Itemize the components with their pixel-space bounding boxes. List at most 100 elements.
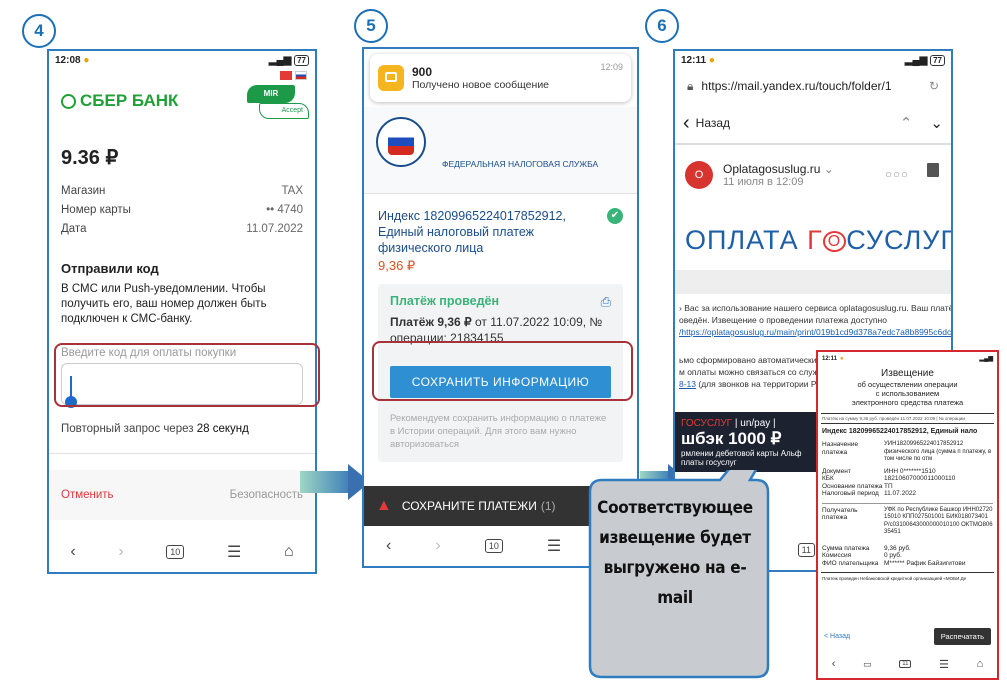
receipt-subtitle: электронного средства платежа bbox=[851, 398, 964, 407]
trash-icon[interactable] bbox=[927, 163, 939, 177]
address-bar[interactable]: 🔒︎ https://mail.yandex.ru/touch/folder/1… bbox=[675, 69, 951, 103]
reload-icon[interactable]: ↻ bbox=[929, 79, 939, 93]
mir-accept-badge: MIR Accept bbox=[247, 85, 309, 119]
snackbar-label: СОХРАНИТЕ ПЛАТЕЖИ bbox=[401, 499, 537, 513]
receipt-subtitle: с использованием bbox=[875, 389, 940, 398]
highlight-code-input bbox=[54, 343, 320, 407]
sender-row: O Oplatagosuslug.ru ⌄ 11 июля в 12:09 ○○… bbox=[675, 145, 951, 205]
sber-logo-icon bbox=[61, 93, 76, 109]
home-icon[interactable]: ⌂ bbox=[284, 543, 294, 561]
receipt-screenshot: 12:11 ● ▂▄▆ Извещение об осуществлении опе… bbox=[816, 350, 999, 680]
book-icon[interactable]: ▭ bbox=[863, 659, 872, 670]
receipt-row: ФИО плательщика М****** Рафик Байзигитови bbox=[822, 560, 993, 568]
back-chevron-icon[interactable]: ‹ bbox=[683, 112, 690, 135]
back-link[interactable]: Назад bbox=[696, 116, 730, 130]
receipt-label: Сумма платежа bbox=[822, 544, 870, 552]
gosuslug-logo: ОПЛАТА Г О СУСЛУГ bbox=[675, 205, 951, 256]
receipt-label: Получатель платежа bbox=[822, 506, 858, 522]
receipt-row: Комиссия 0 руб. bbox=[822, 552, 993, 560]
highlight-save-button bbox=[372, 341, 633, 401]
detail-row: Дата 11.07.2022 bbox=[61, 220, 303, 239]
receipt-title: Извещение bbox=[881, 368, 934, 379]
details-list: Магазин TAX Номер карты •• 4740 Дата 11.07.… bbox=[49, 182, 315, 239]
battery-icon: 77 bbox=[294, 54, 309, 66]
tabs-icon[interactable]: 10 bbox=[166, 545, 185, 559]
messages-app-icon bbox=[378, 65, 404, 91]
flag-icons bbox=[280, 71, 307, 80]
mail-text: оведён. Извещение о проведении платежа д… bbox=[679, 315, 887, 325]
detail-label: Номер карты bbox=[61, 204, 131, 216]
receipt-value: ТП bbox=[884, 482, 893, 490]
print-icon[interactable]: ⎙ bbox=[601, 294, 611, 310]
detail-value: 11.07.2022 bbox=[246, 223, 303, 235]
avatar: O bbox=[685, 161, 713, 189]
print-button[interactable]: Распечатать bbox=[933, 627, 991, 645]
phone-link[interactable]: 8-13 bbox=[679, 379, 696, 389]
menu-icon[interactable]: ☰ bbox=[547, 536, 561, 556]
payment-amount: 9,36 ₽ bbox=[378, 258, 416, 273]
receipt-row: Получатель платежа УФК по Республике Башк… bbox=[822, 507, 993, 537]
detail-label: Дата bbox=[61, 223, 87, 235]
receipt-footer: Платеж проведен Небанковской кредитной о… bbox=[822, 576, 967, 581]
forward-icon[interactable]: › bbox=[435, 537, 440, 555]
receipt-rows: Назначение платежа УИН1820996522401785291… bbox=[818, 441, 997, 567]
phone-sberbank-screen: 12:08 ● ▂▄▆ 77 СБЕР БАНК MIR Accept 9.36… bbox=[47, 49, 317, 574]
detail-value: •• 4740 bbox=[266, 204, 303, 216]
forward-icon[interactable]: › bbox=[118, 543, 123, 561]
receipt-link[interactable]: /https://oplatagosuslug.ru/main/print/01… bbox=[679, 326, 951, 338]
signal-icon: ▂▄▆ bbox=[268, 54, 292, 66]
cancel-button[interactable]: Отменить bbox=[61, 489, 114, 501]
snackbar-count: (1) bbox=[540, 499, 556, 513]
receipt-label: ФИО плательщика bbox=[822, 559, 879, 567]
status-time: 12:11 bbox=[822, 355, 838, 362]
tabs-icon[interactable]: 11 bbox=[899, 660, 912, 668]
signal-icon: ▂▄▆ bbox=[904, 54, 928, 66]
receipt-row: Сумма платежа 9,36 руб. bbox=[822, 545, 993, 553]
sender-name[interactable]: Oplatagosuslug.ru ⌄ bbox=[723, 162, 834, 176]
resend-timer: Повторный запрос через 28 секунд bbox=[49, 405, 315, 453]
notification-sender: 900 bbox=[412, 65, 433, 79]
url-text: https://mail.yandex.ru/touch/folder/1 bbox=[701, 79, 892, 93]
receipt-row: Основание платежа ТП bbox=[822, 483, 993, 491]
banner-brand: ГОСУСЛУГ bbox=[681, 418, 733, 429]
receipt-label: Налоговый период bbox=[822, 490, 879, 497]
menu-icon[interactable]: ☰ bbox=[227, 542, 241, 562]
receipt-value: 18210607000011000110 bbox=[884, 475, 956, 482]
receipt-value: 11.07.2022 bbox=[884, 490, 917, 497]
notification-icon: ● bbox=[840, 355, 844, 362]
home-icon[interactable]: ⌂ bbox=[977, 658, 984, 670]
accept-label: Accept bbox=[259, 103, 309, 119]
agency-name: ФЕДЕРАЛЬНАЯ НАЛОГОВАЯ СЛУЖБА bbox=[442, 159, 599, 169]
receipt-value: ИНН 0*******1510 bbox=[884, 467, 936, 475]
receipt-meta: Платёж на сумму 9,36 руб. проведён 11.07… bbox=[822, 416, 965, 421]
receipt-back-link[interactable]: < Назад bbox=[824, 633, 850, 640]
notification-icon: ● bbox=[83, 54, 90, 66]
payment-title: Индекс 18209965224017852912, Единый нало… bbox=[378, 209, 566, 255]
menu-icon[interactable]: ☰ bbox=[939, 658, 949, 671]
status-bar: 12:08 ● ▂▄▆ 77 bbox=[49, 51, 315, 69]
back-icon[interactable]: ‹ bbox=[70, 543, 75, 561]
receipt-label: КБК bbox=[822, 475, 834, 482]
receipt-row: Налоговый период 11.07.2022 bbox=[822, 490, 993, 498]
security-button[interactable]: Безопасность bbox=[230, 489, 303, 501]
chevron-up-icon[interactable]: ⌃ bbox=[900, 114, 913, 132]
notification-banner[interactable]: 900 Получено новое сообщение 12:09 bbox=[370, 54, 631, 102]
callout-text: Соответствующее извещение будет выгружен… bbox=[597, 498, 753, 608]
browser-nav-bar: ‹ ▭ 11 ☰ ⌂ bbox=[818, 650, 997, 678]
browser-nav-bar: ‹ › 10 ☰ ⌂ bbox=[49, 532, 315, 572]
status-label: Платёж проведён bbox=[390, 294, 500, 308]
back-icon[interactable]: ‹ bbox=[386, 537, 391, 555]
warning-icon: ▲ bbox=[376, 497, 392, 514]
detail-value: TAX bbox=[281, 185, 303, 197]
back-icon[interactable]: ‹ bbox=[832, 658, 836, 670]
status-bar: 12:11 ● ▂▄▆ bbox=[818, 352, 997, 365]
status-time: 12:08 bbox=[55, 54, 81, 66]
tabs-icon[interactable]: 11 bbox=[797, 543, 815, 557]
receipt-index: Индекс 18209965224017852912, Единый нало bbox=[822, 428, 978, 435]
payment-amount: 9.36 ₽ bbox=[61, 147, 119, 169]
chevron-down-icon[interactable]: ⌄ bbox=[930, 114, 943, 132]
tabs-icon[interactable]: 10 bbox=[484, 539, 503, 553]
more-icon[interactable]: ○○○ bbox=[885, 169, 909, 181]
receipt-label: Комиссия bbox=[822, 552, 852, 559]
logo-part: О bbox=[822, 230, 847, 252]
